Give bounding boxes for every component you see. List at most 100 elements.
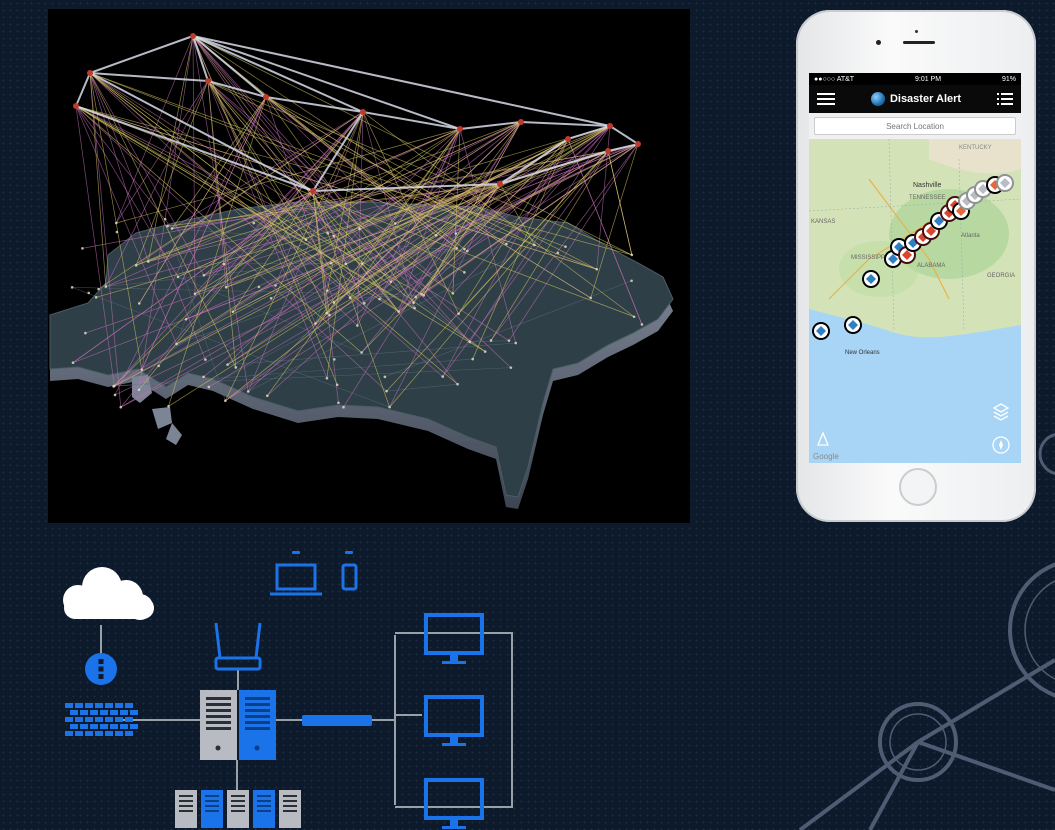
search-bar [809,113,1021,139]
ground-node [224,399,227,403]
hub-link [362,111,461,130]
ground-node [114,221,118,225]
brick [75,703,83,708]
hub-node [190,33,196,39]
ground-node [564,245,567,248]
ground-node [630,279,633,283]
ground-node [167,404,170,408]
ground-node [456,382,459,386]
brick [65,731,73,736]
brick [70,724,78,729]
ground-node [589,296,593,300]
ground-node [434,234,438,237]
map-label-kansas: KANSAS [811,219,835,225]
monitor-icon [424,695,484,746]
brick [125,703,133,708]
ground-node [329,261,333,265]
ground-node [507,339,511,342]
ground-node [84,331,87,335]
ground-node [466,249,469,253]
ground-node [274,284,277,287]
brick [105,731,113,736]
ground-node [119,405,123,409]
ground-node [378,297,381,301]
ground-node [420,292,423,296]
ground-node [314,322,317,325]
alert-marker-icon[interactable] [862,270,880,288]
ground-node [246,390,250,393]
ground-node [193,292,197,296]
rack-server-icon [175,790,197,828]
ground-node [146,260,150,263]
app-title: Disaster Alert [889,93,962,105]
ground-node [632,315,636,319]
ground-node [175,342,178,346]
brick [100,724,108,729]
brick [110,710,118,715]
brick [95,717,103,722]
ground-node [269,296,273,300]
hub-node [635,141,641,147]
disaster-map[interactable]: Nashville TENNESSEE KANSAS MISSISSIPPI A… [809,139,1021,463]
hub-node [87,70,93,76]
alert-marker-icon[interactable] [812,322,830,340]
app-title-group: Disaster Alert [870,92,962,106]
hub-node [205,78,211,84]
hub-node [263,94,269,100]
brick-wall-icon [65,703,138,736]
ground-node [397,310,400,313]
connection-line [607,150,633,256]
ground-node [326,232,330,235]
firewall-icon [85,653,117,685]
alert-marker-icon[interactable] [844,316,862,334]
ground-node [234,366,238,369]
laptop-icon [270,563,322,596]
list-icon[interactable] [997,93,1013,105]
ground-node [325,311,328,315]
brick [115,717,123,722]
wifi-dots [292,551,353,554]
ground-node [533,243,536,247]
ground-node [337,401,340,405]
brick [75,731,83,736]
ground-node [509,366,513,369]
map-label-new-orleans: New Orleans [845,350,880,356]
ground-node [226,363,229,366]
hamburger-icon[interactable] [817,93,835,105]
brick [125,717,133,722]
ground-node [413,306,416,310]
ground-node [463,247,466,251]
ground-node [71,361,75,364]
map-label-georgia: GEORGIA [987,273,1015,279]
ground-node [257,285,261,289]
ground-node [166,224,169,228]
ground-node [252,221,256,225]
map-label-atlanta: Atlanta [961,233,980,239]
brick [90,710,98,715]
brick [105,703,113,708]
ground-node [483,350,487,353]
decorative-node-graph [798,433,1055,830]
ground-node [113,393,117,397]
network-diagram [63,551,513,829]
search-input[interactable] [814,117,1016,135]
alert-marker-icon[interactable] [996,174,1014,192]
ground-node [389,280,393,284]
ground-node [360,351,363,354]
brick [120,710,128,715]
brick [115,703,123,708]
ground-node [224,285,228,289]
ground-node [441,375,445,378]
ground-node [115,230,119,234]
rack-server-icon [279,790,301,828]
ground-node [137,302,141,305]
ground-node [207,385,211,389]
brick [90,724,98,729]
phone-camera [876,40,881,45]
ground-node [595,267,599,271]
ground-node [556,251,560,255]
ground-node [81,247,84,250]
ground-node [134,264,138,267]
ground-node [414,295,418,299]
ground-node [363,302,366,305]
